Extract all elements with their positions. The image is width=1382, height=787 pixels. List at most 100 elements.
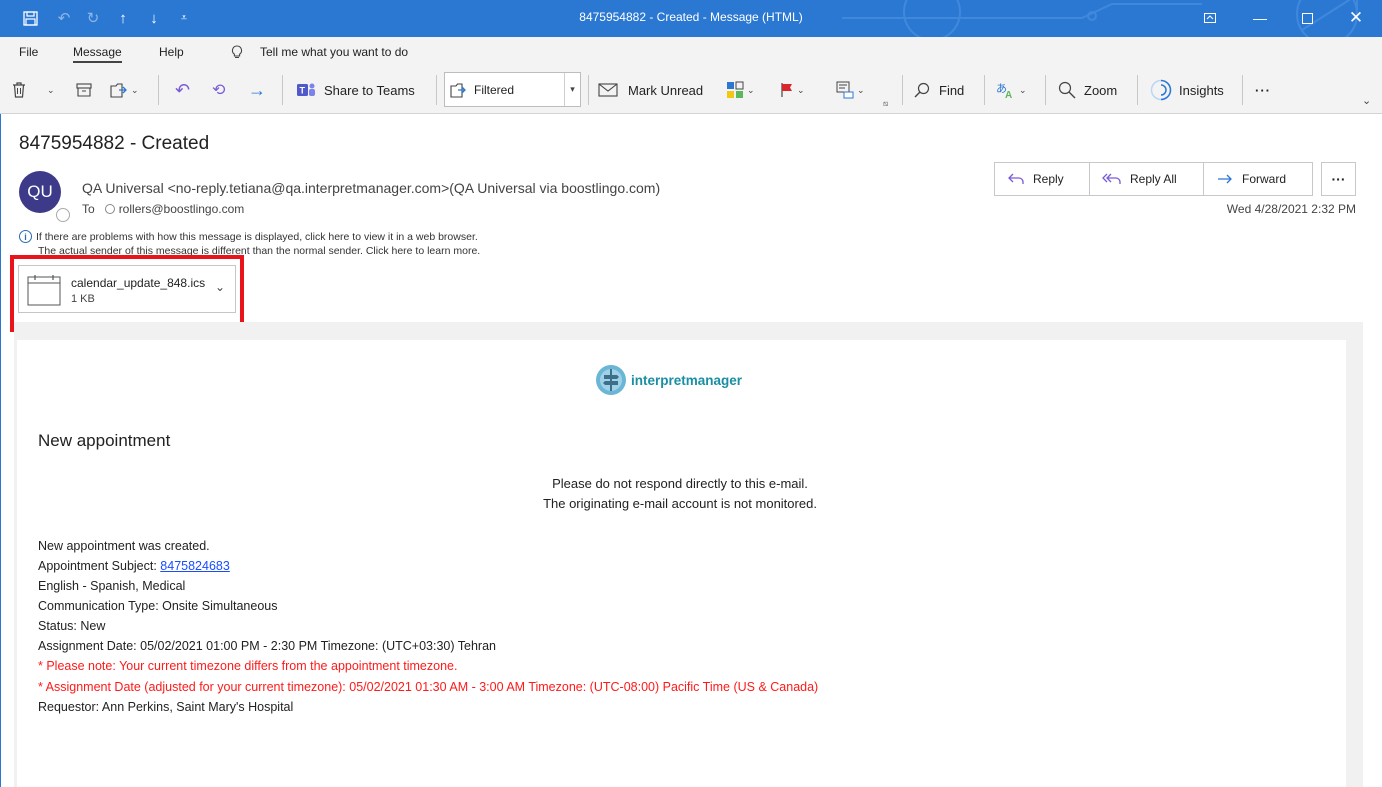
- menu-file[interactable]: File: [19, 45, 38, 59]
- flag-icon: [781, 83, 792, 97]
- search-icon: [914, 82, 930, 98]
- teams-icon: T: [297, 83, 315, 96]
- zoom-icon: [1058, 81, 1076, 99]
- attachment-menu-chevron-icon[interactable]: ⌄: [215, 280, 225, 294]
- appointment-link[interactable]: 8475824683: [160, 559, 230, 573]
- share-to-teams-label: Share to Teams: [324, 82, 415, 98]
- filter-combobox[interactable]: Filtered ▾: [444, 72, 581, 107]
- reply-label: Reply: [1033, 172, 1064, 186]
- reply-all-button[interactable]: Reply All: [1089, 162, 1204, 196]
- move-button[interactable]: ⌄: [110, 78, 139, 102]
- attachment-name: calendar_update_848.ics: [71, 276, 206, 290]
- menu-message[interactable]: Message: [73, 45, 122, 63]
- collapse-ribbon-icon[interactable]: ⌄: [1362, 94, 1371, 107]
- avatar[interactable]: QU: [19, 171, 61, 213]
- close-button[interactable]: ✕: [1341, 4, 1371, 32]
- mark-unread-button[interactable]: Mark Unread: [598, 78, 703, 102]
- reply-all-icon[interactable]: ⟲: [212, 78, 225, 102]
- calendar-file-icon: [27, 275, 61, 306]
- insights-button[interactable]: Insights: [1150, 78, 1224, 102]
- body-line-assignment: Assignment Date: 05/02/2021 01:00 PM - 2…: [38, 639, 497, 653]
- attachment-size: 1 KB: [71, 293, 95, 305]
- insights-label: Insights: [1179, 82, 1224, 98]
- rules-icon: [836, 81, 854, 99]
- more-commands-button[interactable]: ···: [1255, 78, 1271, 102]
- move-to-folder-icon: [450, 82, 466, 98]
- move-folder-icon: [110, 83, 127, 98]
- attachment-card[interactable]: calendar_update_848.ics 1 KB ⌄: [18, 265, 236, 313]
- body-line-requestor: Requestor: Ann Perkins, Saint Mary's Hos…: [38, 700, 294, 714]
- rules-button[interactable]: ⌄: [836, 78, 865, 102]
- trash-icon: [13, 82, 25, 98]
- info-bar-text-1: If there are problems with how this mess…: [36, 230, 478, 243]
- menu-bar: File Message Help Tell me what you want …: [0, 37, 1382, 66]
- lightbulb-icon: [231, 45, 243, 58]
- reply-all-arrow-icon: [1102, 173, 1121, 184]
- zoom-button[interactable]: Zoom: [1058, 78, 1117, 102]
- categorize-button[interactable]: ⌄: [726, 78, 755, 102]
- translate-button[interactable]: あA ⌄: [996, 78, 1027, 102]
- share-to-teams-button[interactable]: T Share to Teams: [296, 78, 415, 102]
- no-reply-note-2: The originating e-mail account is not mo…: [543, 496, 817, 511]
- archive-button[interactable]: [76, 78, 92, 102]
- reply-button[interactable]: Reply: [994, 162, 1090, 196]
- reply-icon[interactable]: ↶: [175, 78, 190, 102]
- logo-icon: [596, 365, 626, 395]
- window-title: 8475954882 - Created - Message (HTML): [579, 10, 803, 24]
- svg-text:T: T: [300, 86, 306, 96]
- forward-arrow-icon: [1218, 174, 1232, 184]
- subject-label: Appointment Subject:: [38, 559, 161, 573]
- body-line-timezone-note: * Please note: Your current timezone dif…: [38, 659, 458, 673]
- to-label: To: [82, 202, 95, 216]
- zoom-label: Zoom: [1084, 82, 1118, 98]
- minimize-button[interactable]: —: [1245, 4, 1275, 32]
- sender-line[interactable]: QA Universal <no-reply.tetiana@qa.interp…: [82, 180, 660, 196]
- body-heading: New appointment: [38, 431, 171, 450]
- recipient-status-icon: [104, 204, 115, 214]
- svg-text:A: A: [1005, 90, 1012, 99]
- more-actions-button[interactable]: ···: [1321, 162, 1356, 196]
- interpretmanager-logo: interpretmanager: [595, 364, 742, 396]
- find-button[interactable]: Find: [914, 78, 964, 102]
- logo-text: interpretmanager: [631, 372, 743, 388]
- ribbon-toolbar: ⌄ ⌄ ↶ ⟲ → T Share to Teams Mark Unread ⌄…: [0, 66, 1382, 114]
- body-line-adjusted-date: * Assignment Date (adjusted for your cur…: [38, 680, 819, 694]
- presence-indicator: [56, 208, 70, 222]
- reply-all-label: Reply All: [1130, 172, 1177, 186]
- maximize-button[interactable]: [1292, 4, 1322, 32]
- follow-up-button[interactable]: ⌄: [780, 78, 805, 102]
- recipient-row: To rollers@boostlingo.com: [82, 202, 244, 216]
- tell-me-label: Tell me what you want to do: [260, 45, 409, 59]
- message-subject: 8475954882 - Created: [19, 133, 210, 154]
- forward-label: Forward: [1242, 172, 1287, 186]
- received-date: Wed 4/28/2021 2:32 PM: [1226, 202, 1356, 216]
- body-line-status: Status: New: [38, 619, 106, 633]
- info-bar-line-1[interactable]: i If there are problems with how this me…: [19, 230, 478, 243]
- envelope-icon: [598, 83, 618, 97]
- translate-icon: あA: [996, 82, 1012, 99]
- insights-icon: [1150, 79, 1172, 101]
- find-label: Find: [939, 82, 965, 98]
- body-line-created: New appointment was created.: [38, 539, 210, 553]
- filter-value: Filtered: [474, 82, 515, 97]
- recipient-address[interactable]: rollers@boostlingo.com: [119, 202, 245, 216]
- filter-dropdown-icon[interactable]: ▾: [564, 73, 580, 106]
- delete-dropdown-icon[interactable]: ⌄: [44, 78, 55, 102]
- ribbon-display-options-icon[interactable]: [1195, 4, 1225, 32]
- categorize-icon: [727, 81, 744, 98]
- forward-icon[interactable]: →: [248, 78, 266, 102]
- delete-button[interactable]: [12, 78, 26, 102]
- window-left-border: [0, 114, 1, 787]
- forward-button[interactable]: Forward: [1203, 162, 1313, 196]
- menu-help[interactable]: Help: [159, 45, 184, 59]
- body-line-languages: English - Spanish, Medical: [38, 579, 186, 593]
- title-bar: ↶ ↻ ↑ ↓ ⩡ 8475954882 - Created - Message…: [0, 0, 1382, 37]
- info-icon: i: [19, 230, 32, 243]
- tell-me-search[interactable]: Tell me what you want to do: [231, 45, 408, 59]
- body-line-subject: Appointment Subject: 8475824683: [38, 559, 230, 573]
- archive-icon: [76, 83, 92, 97]
- no-reply-note-1: Please do not respond directly to this e…: [552, 476, 808, 491]
- dialog-launcher-icon[interactable]: ⧅: [883, 92, 888, 116]
- body-line-communication: Communication Type: Onsite Simultaneous: [38, 599, 278, 613]
- reply-arrow-icon: [1008, 173, 1024, 184]
